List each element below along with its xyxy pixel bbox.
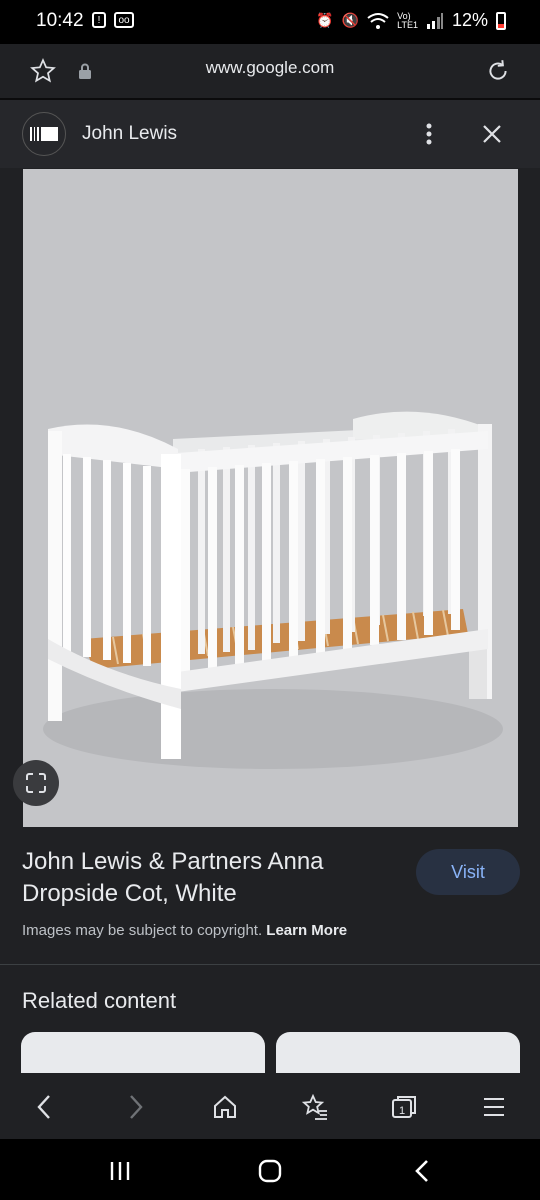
more-vert-icon[interactable] <box>414 118 444 150</box>
cot-illustration <box>23 169 518 827</box>
back-icon[interactable] <box>24 1087 64 1127</box>
lte-icon: Vo) LTE1 <box>397 10 418 30</box>
product-image[interactable] <box>23 169 518 827</box>
status-notification-icons: ! oo <box>92 12 134 28</box>
reload-icon[interactable] <box>482 56 514 86</box>
browser-bottom-nav: 1 <box>0 1073 540 1139</box>
mute-icon: 🔇 <box>341 12 360 28</box>
signal-icon <box>426 12 443 29</box>
forward-icon[interactable] <box>116 1087 156 1127</box>
lens-search-icon[interactable] <box>13 760 59 806</box>
related-content-heading: Related content <box>22 988 177 1013</box>
url-bar: www.google.com <box>0 44 540 100</box>
tabs-icon[interactable]: 1 <box>384 1087 424 1127</box>
menu-icon[interactable] <box>474 1087 514 1127</box>
copyright-text: Images may be subject to copyright. <box>22 922 263 939</box>
source-logo <box>22 112 66 156</box>
barcode-logo-icon <box>30 127 58 141</box>
recent-apps-icon[interactable] <box>98 1149 142 1193</box>
home-icon[interactable] <box>205 1087 245 1127</box>
alert-icon: ! <box>92 12 106 28</box>
battery-percent: 12% <box>451 10 488 30</box>
source-header: John Lewis <box>0 100 540 168</box>
battery-icon <box>496 11 506 30</box>
status-time: 10:42 <box>36 10 84 31</box>
voicemail-icon: oo <box>114 12 134 28</box>
bookmarks-icon[interactable] <box>295 1087 335 1127</box>
system-nav-bar <box>0 1139 540 1200</box>
status-right-icons: ⏰ 🔇 Vo) LTE1 12% <box>316 10 506 31</box>
wifi-icon <box>367 12 389 29</box>
home-button-icon[interactable] <box>248 1149 292 1193</box>
status-bar: 10:42 ! oo ⏰ 🔇 Vo) LTE1 12% <box>0 0 540 44</box>
copyright-notice: Images may be subject to copyright. Lear… <box>22 922 347 939</box>
visit-button[interactable]: Visit <box>416 849 520 895</box>
divider <box>0 964 540 965</box>
url-text[interactable]: www.google.com <box>0 58 540 78</box>
alarm-icon: ⏰ <box>316 12 334 28</box>
source-name[interactable]: John Lewis <box>82 123 177 145</box>
system-back-icon[interactable] <box>400 1149 444 1193</box>
product-title[interactable]: John Lewis & Partners Anna Dropside Cot,… <box>22 846 382 910</box>
learn-more-link[interactable]: Learn More <box>266 922 347 939</box>
close-icon[interactable] <box>476 118 508 150</box>
tabs-count: 1 <box>399 1105 405 1117</box>
